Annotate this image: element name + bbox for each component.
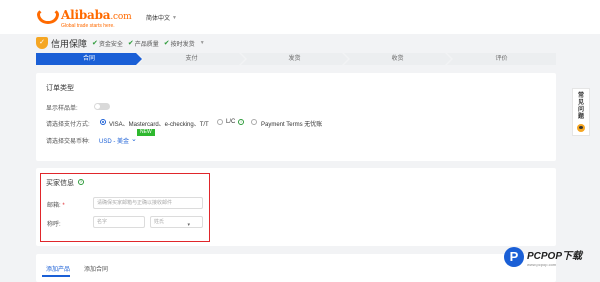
top-header: Alibaba.com Global trade starts here. 简体… xyxy=(0,0,600,34)
chevron-down-icon: ▼ xyxy=(172,14,177,21)
pcpop-logo-icon: P xyxy=(504,247,524,267)
buyer-info-title: 买家信息 xyxy=(46,180,74,187)
step-review: 评价 xyxy=(447,53,556,65)
support-avatar-icon xyxy=(577,124,585,132)
last-name-placeholder: 姓氏 xyxy=(154,219,165,225)
new-badge: NEW xyxy=(137,129,155,136)
trade-assurance-bar: ✓ 信用保障 ✔ 资金安全 ✔ 产品质量 ✔ 按时发货 ▼ xyxy=(36,36,205,50)
alibaba-logo[interactable]: Alibaba.com Global trade starts here. xyxy=(37,7,132,29)
chevron-down-icon: ▾ xyxy=(187,222,190,228)
order-type-title: 订单类型 xyxy=(46,85,74,92)
step-payment: 支付 xyxy=(138,53,245,65)
language-selector[interactable]: 简体中文 ▼ xyxy=(146,13,177,23)
step-shipping: 发货 xyxy=(241,53,348,65)
order-type-card xyxy=(36,73,556,161)
email-label: 邮箱: xyxy=(47,203,61,209)
alibaba-smile-icon xyxy=(37,8,59,24)
feature-fund-safety: ✔ 资金安全 xyxy=(92,40,123,48)
tab-add-product[interactable]: 添加产品 xyxy=(46,264,70,273)
logo-suffix: .com xyxy=(110,12,132,22)
step-contract: 合同 xyxy=(36,53,142,65)
name-label: 称呼: xyxy=(47,222,61,228)
progress-steps: 合同 支付 发货 收货 评价 xyxy=(36,53,556,65)
faq-label: 常见问题 xyxy=(577,93,584,120)
shield-icon: ✓ xyxy=(36,37,48,49)
check-icon: ✔ xyxy=(163,40,170,47)
watermark-sub: www.pcpop.com xyxy=(527,262,557,267)
faq-widget[interactable]: 常见问题 xyxy=(572,88,590,136)
language-label: 简体中文 xyxy=(146,16,171,22)
help-icon[interactable]: ? xyxy=(78,179,84,185)
step-receipt: 收货 xyxy=(344,53,451,65)
chevron-down-icon[interactable]: ⌄ xyxy=(131,135,137,143)
watermark-text: PCPOP下载 xyxy=(527,251,583,262)
page-title: 信用保障 xyxy=(51,38,88,49)
sample-order-toggle[interactable] xyxy=(94,103,110,110)
required-mark: * xyxy=(62,203,65,209)
currency-select[interactable]: USD - 美金 xyxy=(99,136,129,145)
payment-method-label: 请选择支付方式: xyxy=(46,122,90,128)
info-icon[interactable]: ! xyxy=(238,119,244,125)
first-name-field[interactable]: 名字 xyxy=(93,216,145,228)
payment-option-card[interactable]: VISA、Mastercard、e-checking、T/T xyxy=(109,119,209,128)
payment-radio-lc[interactable] xyxy=(217,119,223,125)
logo-name: Alibaba xyxy=(61,8,111,22)
watermark: P PCPOP下载 www.pcpop.com xyxy=(504,247,582,267)
check-icon: ✔ xyxy=(92,40,98,47)
last-name-field[interactable]: 姓氏 ▾ xyxy=(150,216,203,228)
payment-radio-terms[interactable] xyxy=(251,119,257,125)
tab-add-contract[interactable]: 添加合同 xyxy=(84,264,108,273)
email-field[interactable]: 请确保买家邮箱与正确以接收邮件 xyxy=(93,197,203,209)
feature-on-time-shipping: ✔ 按时发货 xyxy=(163,40,195,48)
logo-tagline: Global trade starts here. xyxy=(61,23,115,29)
products-card xyxy=(36,254,556,282)
feature-product-quality: ✔ 产品质量 xyxy=(127,40,159,48)
payment-radio-card[interactable] xyxy=(100,119,106,125)
currency-label: 请选择交易币种: xyxy=(46,139,90,145)
active-tab-indicator xyxy=(42,275,70,277)
sample-order-label: 显示样品单: xyxy=(46,106,78,112)
chevron-down-icon[interactable]: ▼ xyxy=(200,40,205,46)
payment-option-terms[interactable]: Payment Terms 无忧账 xyxy=(261,119,322,128)
check-icon: ✔ xyxy=(127,40,134,47)
payment-option-lc[interactable]: L/C xyxy=(226,119,235,125)
